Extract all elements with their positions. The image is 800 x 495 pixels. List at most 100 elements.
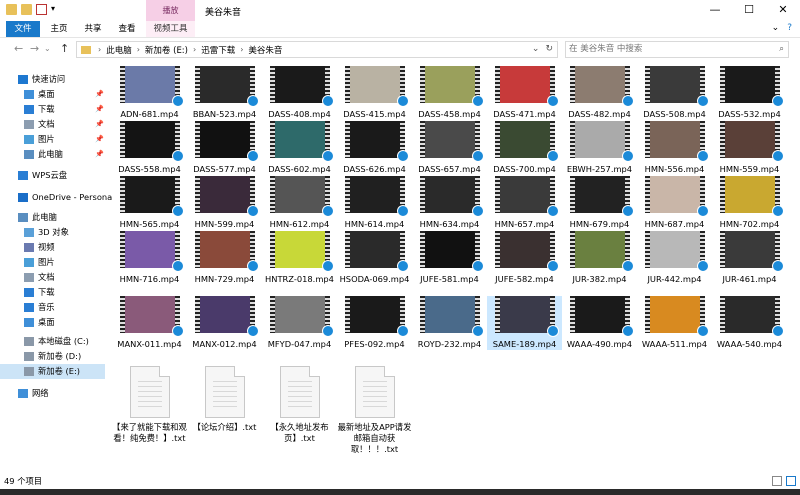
nav-item-8[interactable]: 此电脑: [18, 210, 57, 225]
text-file-item[interactable]: 【来了就能下载和观看！纯免费！】.txt: [112, 366, 187, 444]
nav-item-4[interactable]: 图片: [24, 132, 55, 147]
recent-locations-icon[interactable]: ⌄: [44, 44, 51, 53]
file-item[interactable]: HMN-687.mp4: [637, 176, 712, 230]
file-item[interactable]: EBWH-257.mp4: [562, 121, 637, 175]
nav-item-14[interactable]: 音乐: [24, 300, 55, 315]
file-item[interactable]: JUFE-582.mp4: [487, 231, 562, 285]
file-item[interactable]: ROYD-232.mp4: [412, 296, 487, 350]
file-item[interactable]: JUR-382.mp4: [562, 231, 637, 285]
nav-item-3[interactable]: 文档: [24, 117, 55, 132]
file-item[interactable]: HMN-634.mp4: [412, 176, 487, 230]
file-item[interactable]: HNTRZ-018.mp4: [262, 231, 337, 285]
refresh-icon[interactable]: ↻: [545, 44, 553, 54]
file-item[interactable]: JUR-442.mp4: [637, 231, 712, 285]
nav-item-7[interactable]: OneDrive - Persona: [18, 190, 112, 205]
nav-item-15[interactable]: 桌面: [24, 315, 55, 330]
details-view-icon[interactable]: [772, 476, 782, 486]
maximize-button[interactable]: ☐: [732, 0, 766, 21]
breadcrumb-current[interactable]: 美谷朱音: [248, 44, 282, 56]
file-item[interactable]: DASS-558.mp4: [112, 121, 187, 175]
text-file-item[interactable]: 【永久地址发布页】.txt: [262, 366, 337, 444]
forward-button[interactable]: →: [30, 42, 39, 55]
breadcrumb-separator[interactable]: ›: [240, 45, 243, 54]
back-button[interactable]: ←: [14, 42, 23, 55]
file-item[interactable]: HMN-559.mp4: [712, 121, 787, 175]
folder-icon[interactable]: [6, 4, 17, 15]
file-item[interactable]: DASS-458.mp4: [412, 66, 487, 120]
nav-item-1[interactable]: 桌面: [24, 87, 55, 102]
new-folder-icon[interactable]: [21, 4, 32, 15]
file-item[interactable]: HMN-679.mp4: [562, 176, 637, 230]
nav-item-5[interactable]: 此电脑: [24, 147, 63, 162]
file-item[interactable]: HMN-614.mp4: [337, 176, 412, 230]
file-item[interactable]: WAAA-511.mp4: [637, 296, 712, 350]
nav-item-0[interactable]: 快速访问: [18, 72, 65, 87]
file-item[interactable]: DASS-657.mp4: [412, 121, 487, 175]
minimize-button[interactable]: —: [698, 0, 732, 21]
file-item[interactable]: WAAA-540.mp4: [712, 296, 787, 350]
file-item[interactable]: HMN-599.mp4: [187, 176, 262, 230]
file-item[interactable]: DASS-577.mp4: [187, 121, 262, 175]
breadcrumb-this-pc[interactable]: 此电脑: [106, 44, 132, 56]
tab-file[interactable]: 文件: [6, 21, 40, 37]
nav-item-16[interactable]: 本地磁盘 (C:): [24, 334, 89, 349]
file-item[interactable]: WAAA-490.mp4: [562, 296, 637, 350]
close-button[interactable]: ✕: [766, 0, 800, 21]
breadcrumb-separator[interactable]: ›: [193, 45, 196, 54]
text-file-item[interactable]: 【论坛介绍】.txt: [187, 366, 262, 433]
address-bar[interactable]: › 此电脑 › 新加卷 (E:) › 迅雷下载 › 美谷朱音 ⌄ ↻: [76, 41, 558, 58]
file-item[interactable]: DASS-471.mp4: [487, 66, 562, 120]
nav-item-10[interactable]: 视频: [24, 240, 55, 255]
customize-toolbar-icon[interactable]: ▾: [51, 4, 55, 15]
search-input[interactable]: 在 美谷朱音 中搜索 ⌕: [565, 41, 789, 58]
properties-icon[interactable]: [36, 4, 47, 15]
file-item[interactable]: HMN-729.mp4: [187, 231, 262, 285]
file-item[interactable]: DASS-602.mp4: [262, 121, 337, 175]
file-item[interactable]: HMN-612.mp4: [262, 176, 337, 230]
file-item[interactable]: HMN-716.mp4: [112, 231, 187, 285]
breadcrumb-xunlei[interactable]: 迅雷下载: [201, 44, 235, 56]
nav-item-9[interactable]: 3D 对象: [24, 225, 69, 240]
nav-item-12[interactable]: 文档: [24, 270, 55, 285]
file-item[interactable]: HMN-565.mp4: [112, 176, 187, 230]
file-item[interactable]: MANX-011.mp4: [112, 296, 187, 350]
nav-item-6[interactable]: WPS云盘: [18, 168, 67, 183]
file-item[interactable]: DASS-408.mp4: [262, 66, 337, 120]
breadcrumb-separator[interactable]: ›: [137, 45, 140, 54]
file-item[interactable]: MFYD-047.mp4: [262, 296, 337, 350]
nav-item-19[interactable]: 网络: [18, 386, 49, 401]
tab-video-tools[interactable]: 视频工具: [146, 21, 195, 37]
text-file-item[interactable]: 最新地址及APP请发邮箱自动获取！！！.txt: [337, 366, 412, 455]
address-dropdown-icon[interactable]: ⌄: [532, 44, 540, 54]
nav-item-18[interactable]: 新加卷 (E:): [0, 364, 105, 379]
tab-home[interactable]: 主页: [44, 21, 74, 37]
nav-item-11[interactable]: 图片: [24, 255, 55, 270]
context-tab-play[interactable]: 播放: [146, 0, 195, 21]
large-icons-view-icon[interactable]: [786, 476, 796, 486]
file-item[interactable]: JUR-461.mp4: [712, 231, 787, 285]
file-item[interactable]: HMN-556.mp4: [637, 121, 712, 175]
tab-share[interactable]: 共享: [78, 21, 108, 37]
nav-item-17[interactable]: 新加卷 (D:): [24, 349, 81, 364]
up-button[interactable]: ↑: [60, 42, 69, 55]
file-item[interactable]: JUFE-581.mp4: [412, 231, 487, 285]
expand-ribbon-icon[interactable]: ⌄: [772, 23, 780, 33]
nav-item-13[interactable]: 下载: [24, 285, 55, 300]
file-item[interactable]: DASS-508.mp4: [637, 66, 712, 120]
file-item[interactable]: DASS-626.mp4: [337, 121, 412, 175]
file-item[interactable]: BBAN-523.mp4: [187, 66, 262, 120]
file-item[interactable]: DASS-532.mp4: [712, 66, 787, 120]
file-item[interactable]: DASS-700.mp4: [487, 121, 562, 175]
file-item[interactable]: ADN-681.mp4: [112, 66, 187, 120]
file-item[interactable]: HSODA-069.mp4: [337, 231, 412, 285]
file-item[interactable]: MANX-012.mp4: [187, 296, 262, 350]
breadcrumb-separator[interactable]: ›: [98, 45, 101, 54]
help-icon[interactable]: ?: [787, 23, 792, 33]
scrollbar[interactable]: [791, 62, 798, 472]
file-item[interactable]: DASS-415.mp4: [337, 66, 412, 120]
file-item[interactable]: PFES-092.mp4: [337, 296, 412, 350]
file-item[interactable]: DASS-482.mp4: [562, 66, 637, 120]
nav-item-2[interactable]: 下载: [24, 102, 55, 117]
file-item[interactable]: HMN-657.mp4: [487, 176, 562, 230]
file-item[interactable]: HMN-702.mp4: [712, 176, 787, 230]
